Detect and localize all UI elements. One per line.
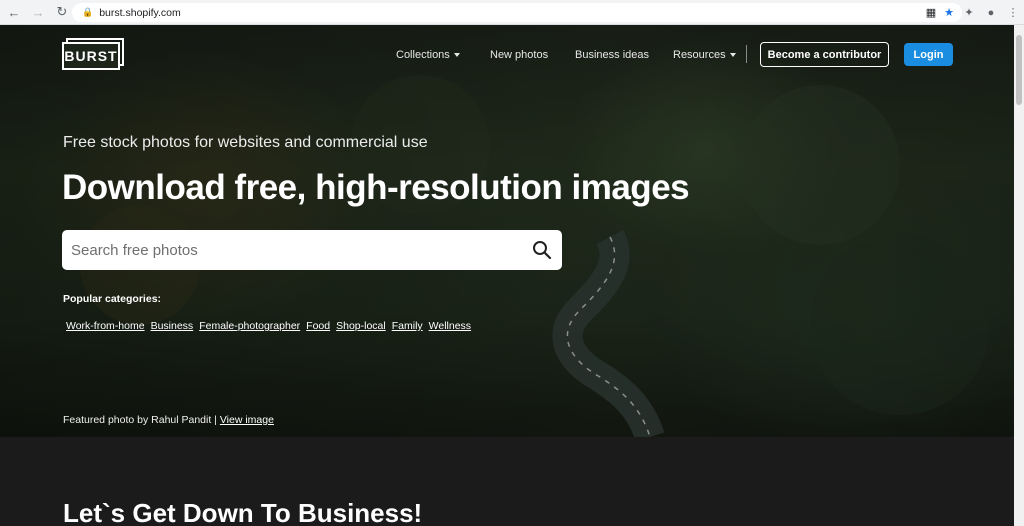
category-link[interactable]: Food bbox=[306, 320, 330, 332]
search-icon[interactable] bbox=[532, 240, 552, 260]
section-heading: Let`s Get Down To Business! bbox=[63, 498, 423, 526]
menu-kebab-icon[interactable]: ⋮ bbox=[1002, 3, 1024, 23]
back-icon[interactable]: ← bbox=[4, 2, 24, 22]
forward-icon[interactable]: → bbox=[28, 2, 48, 22]
chevron-down-icon bbox=[453, 53, 460, 57]
profile-icon[interactable]: ● bbox=[980, 3, 1002, 23]
chevron-down-icon bbox=[729, 53, 736, 57]
category-link[interactable]: Female-photographer bbox=[199, 320, 300, 332]
address-bar[interactable]: 🔒 burst.shopify.com ▦ ★ bbox=[72, 3, 962, 22]
url-text: burst.shopify.com bbox=[99, 6, 181, 19]
page-scrollbar[interactable] bbox=[1014, 25, 1024, 526]
featured-credit-text: Featured photo by Rahul Pandit | bbox=[63, 414, 220, 426]
popular-categories-label: Popular categories: bbox=[63, 293, 162, 305]
category-link[interactable]: Shop-local bbox=[336, 320, 386, 332]
view-image-link[interactable]: View image bbox=[220, 414, 274, 426]
login-button[interactable]: Login bbox=[904, 43, 953, 66]
browser-toolbar: ← → ↻ 🔒 burst.shopify.com ▦ ★ ✦ ● ⋮ bbox=[0, 0, 1024, 25]
qr-code-icon[interactable]: ▦ bbox=[926, 6, 936, 19]
featured-photo-credit: Featured photo by Rahul Pandit | View im… bbox=[63, 414, 274, 426]
extensions-icon[interactable]: ✦ bbox=[958, 3, 980, 23]
become-contributor-button[interactable]: Become a contributor bbox=[760, 42, 889, 67]
search-bar bbox=[62, 230, 562, 270]
category-link[interactable]: Family bbox=[392, 320, 423, 332]
lock-icon: 🔒 bbox=[82, 7, 94, 17]
nav-divider bbox=[746, 45, 747, 63]
category-link[interactable]: Business bbox=[151, 320, 194, 332]
reload-icon[interactable]: ↻ bbox=[52, 2, 72, 22]
hero-headline: Download free, high-resolution images bbox=[62, 168, 690, 207]
category-link[interactable]: Wellness bbox=[429, 320, 471, 332]
nav-resources[interactable]: Resources bbox=[673, 42, 736, 68]
nav-business-ideas[interactable]: Business ideas bbox=[575, 42, 649, 68]
hero-tagline: Free stock photos for websites and comme… bbox=[63, 134, 428, 151]
category-links: Work-from-home Business Female-photograp… bbox=[66, 320, 471, 332]
category-link[interactable]: Work-from-home bbox=[66, 320, 145, 332]
bookmark-star-icon[interactable]: ★ bbox=[944, 6, 954, 19]
nav-new-photos[interactable]: New photos bbox=[490, 42, 548, 68]
burst-logo[interactable]: BURST bbox=[62, 38, 124, 70]
search-input[interactable] bbox=[62, 231, 512, 269]
nav-collections[interactable]: Collections bbox=[396, 42, 460, 68]
business-section: Let`s Get Down To Business! bbox=[0, 437, 1014, 526]
